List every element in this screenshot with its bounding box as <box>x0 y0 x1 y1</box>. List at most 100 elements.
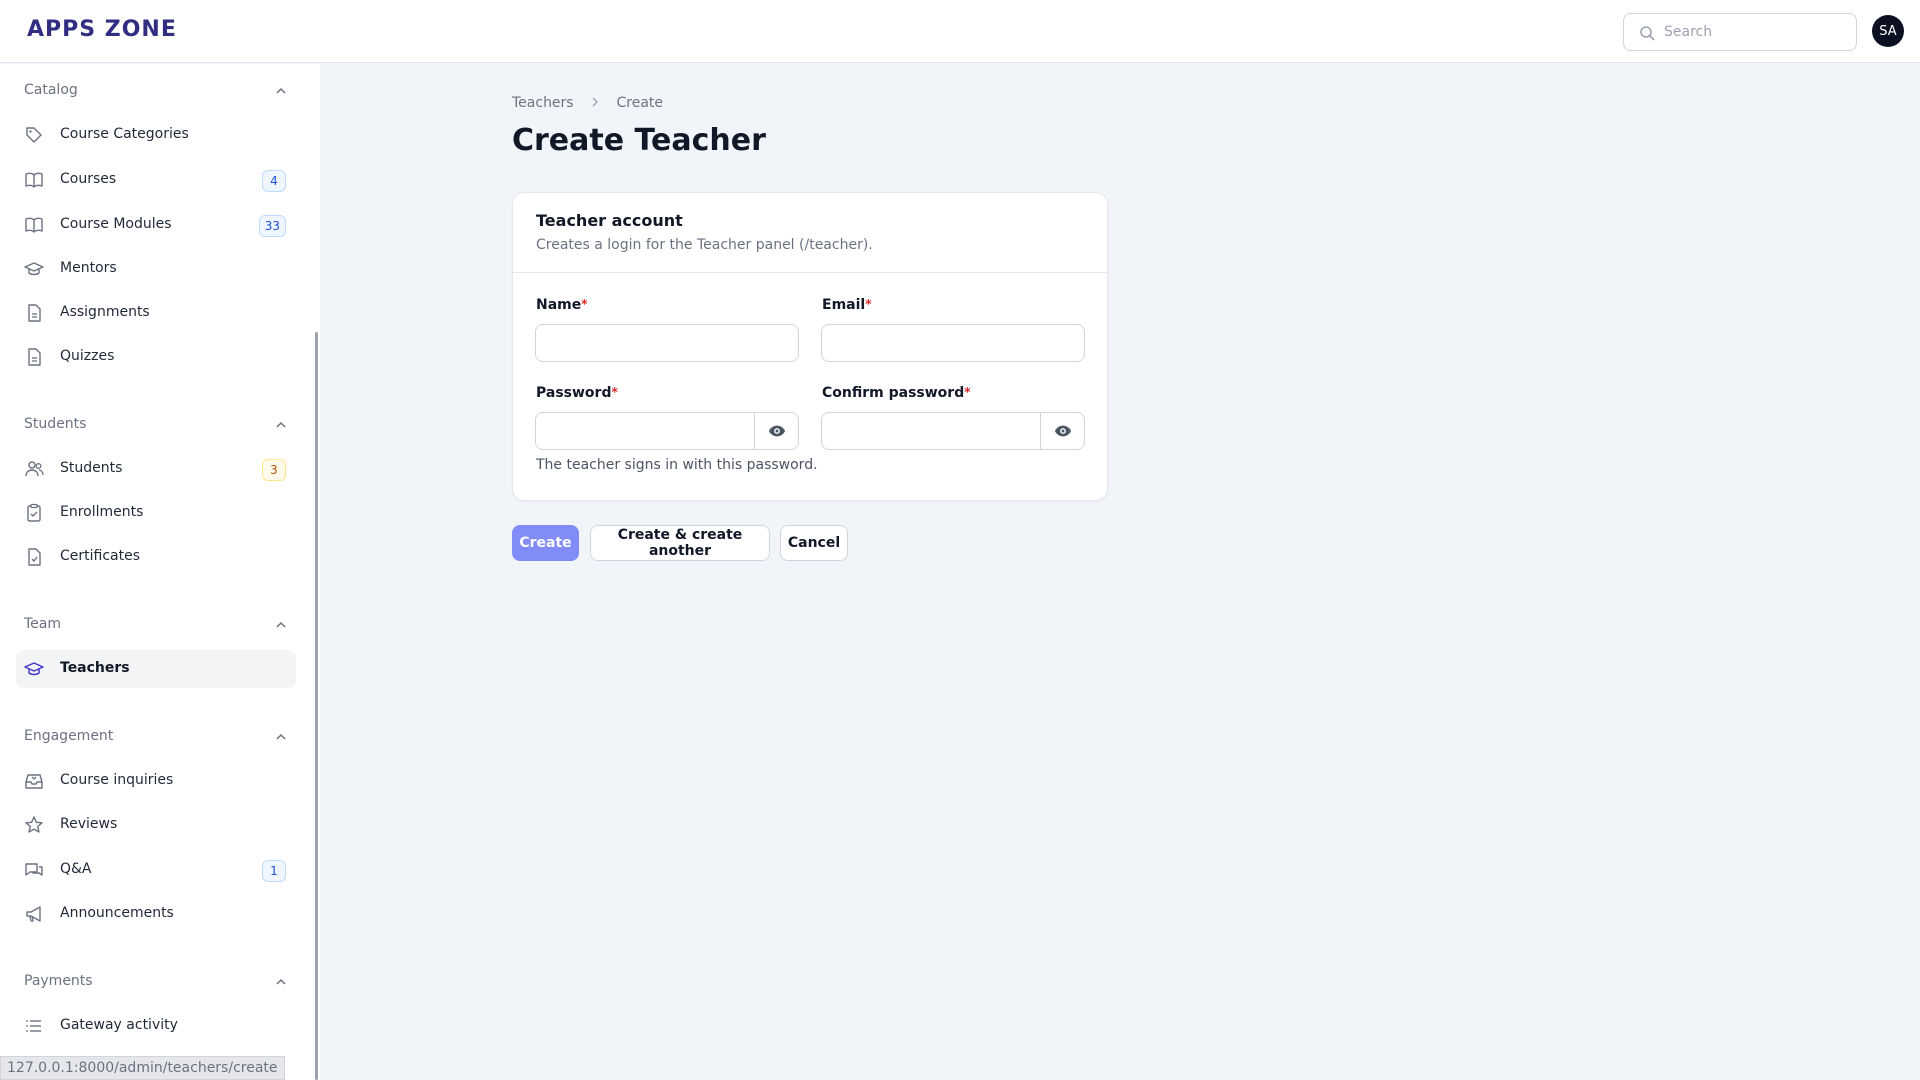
top-bar: APPS ZONE SA <box>0 0 1920 63</box>
sidebar-item-label: Announcements <box>60 905 174 921</box>
star-icon <box>25 816 43 833</box>
megaphone-icon <box>26 906 41 922</box>
chevron-up-icon[interactable] <box>274 975 288 989</box>
chevron-up-icon[interactable] <box>274 618 288 632</box>
create-button[interactable]: Create <box>512 525 579 561</box>
sidebar-item-course-modules[interactable]: Course Modules 33 <box>16 206 296 244</box>
sidebar-item-label: Enrollments <box>60 504 144 520</box>
sidebar-item-qa[interactable]: Q&A 1 <box>16 851 296 889</box>
document-check-icon <box>28 548 41 566</box>
create-and-create-another-button[interactable]: Create & create another <box>590 525 770 561</box>
sidebar-item-enrollments[interactable]: Enrollments <box>16 494 296 532</box>
document-icon <box>28 348 41 366</box>
confirm-password-label: Confirm password* <box>822 385 971 401</box>
password-input[interactable] <box>536 413 752 449</box>
password-label: Password* <box>536 385 618 401</box>
sidebar-item-reviews[interactable]: Reviews <box>16 806 296 844</box>
chevron-up-icon[interactable] <box>274 84 288 98</box>
search-input[interactable] <box>1664 22 1844 42</box>
sidebar-item-assignments[interactable]: Assignments <box>16 294 296 332</box>
sidebar-item-quizzes[interactable]: Quizzes <box>16 338 296 376</box>
sidebar-item-students[interactable]: Students 3 <box>16 450 296 488</box>
sidebar-item-label: Course Modules <box>60 216 172 232</box>
confirm-password-field[interactable] <box>821 412 1085 450</box>
page-title: Create Teacher <box>512 123 766 158</box>
email-label: Email* <box>822 297 871 313</box>
book-icon <box>25 217 43 233</box>
password-field[interactable] <box>535 412 799 450</box>
password-hint: The teacher signs in with this password. <box>536 457 818 473</box>
required-mark: * <box>964 385 971 399</box>
show-confirm-password-button[interactable] <box>1040 413 1084 449</box>
name-label-text: Name <box>536 297 582 313</box>
email-input[interactable] <box>822 325 1084 361</box>
list-icon <box>26 1020 41 1032</box>
book-icon <box>25 172 43 188</box>
count-badge: 33 <box>258 215 286 237</box>
nav-group-label: Payments <box>24 973 93 989</box>
sidebar-item-teachers[interactable]: Teachers <box>16 650 296 688</box>
password-label-text: Password <box>536 385 612 401</box>
section-description: Creates a login for the Teacher panel (/… <box>536 237 873 253</box>
teacher-account-section: Teacher account Creates a login for the … <box>512 192 1108 501</box>
eye-icon <box>768 425 785 437</box>
name-field[interactable] <box>535 324 799 362</box>
user-avatar[interactable]: SA <box>1872 15 1904 47</box>
breadcrumb: Teachers Create <box>512 95 663 111</box>
nav-group-label: Catalog <box>24 82 78 98</box>
name-label: Name* <box>536 297 588 313</box>
global-search[interactable] <box>1623 13 1857 51</box>
sidebar-item-certificates[interactable]: Certificates <box>16 538 296 576</box>
search-icon <box>1640 26 1655 41</box>
sidebar-item-label: Quizzes <box>60 348 115 364</box>
sidebar-item-label: Courses <box>60 171 117 187</box>
users-icon <box>25 461 44 477</box>
document-icon <box>28 304 41 322</box>
nav-group-students[interactable]: Students <box>24 416 288 438</box>
inbox-icon <box>25 774 43 789</box>
nav-group-catalog[interactable]: Catalog <box>24 82 288 104</box>
nav-group-payments[interactable]: Payments <box>24 973 288 995</box>
chat-bubbles-icon <box>25 863 43 876</box>
confirm-password-input[interactable] <box>822 413 1038 449</box>
sidebar-item-course-categories[interactable]: Course Categories <box>16 116 296 154</box>
section-title: Teacher account <box>536 211 683 230</box>
sidebar-item-label: Course inquiries <box>60 772 174 788</box>
sidebar-item-mentors[interactable]: Mentors <box>16 250 296 288</box>
tag-icon <box>26 127 42 143</box>
email-field[interactable] <box>821 324 1085 362</box>
sidebar-item-announcements[interactable]: Announcements <box>16 895 296 933</box>
sidebar-item-label: Students <box>60 460 123 476</box>
sidebar-item-label: Teachers <box>60 660 130 676</box>
nav-group-team[interactable]: Team <box>24 616 288 638</box>
sidebar-item-courses[interactable]: Courses 4 <box>16 161 296 199</box>
show-password-button[interactable] <box>754 413 798 449</box>
sidebar-item-gateway-activity[interactable]: Gateway activity <box>16 1007 296 1045</box>
sidebar-item-label: Course Categories <box>60 126 189 142</box>
count-badge: 3 <box>262 459 286 481</box>
chevron-right-icon <box>590 95 600 111</box>
sidebar-item-label: Q&A <box>60 861 92 877</box>
graduation-cap-icon <box>24 662 44 676</box>
sidebar-item-label: Mentors <box>60 260 117 276</box>
required-mark: * <box>581 297 588 311</box>
sidebar-item-label: Certificates <box>60 548 141 564</box>
chevron-up-icon[interactable] <box>274 730 288 744</box>
eye-icon <box>1054 425 1071 437</box>
cancel-button[interactable]: Cancel <box>780 525 848 561</box>
nav-group-label: Students <box>24 416 87 432</box>
email-label-text: Email <box>822 297 866 313</box>
nav-group-label: Team <box>24 616 62 632</box>
sidebar-item-label: Gateway activity <box>60 1017 178 1033</box>
name-input[interactable] <box>536 325 798 361</box>
sidebar-item-course-inquiries[interactable]: Course inquiries <box>16 762 296 800</box>
clipboard-check-icon <box>27 503 41 522</box>
nav-group-engagement[interactable]: Engagement <box>24 728 288 750</box>
app-logo[interactable]: APPS ZONE <box>27 17 177 42</box>
confirm-password-label-text: Confirm password <box>822 385 965 401</box>
sidebar-scrollbar[interactable] <box>315 332 318 1080</box>
sidebar: Catalog Course Categories Courses 4 Cour… <box>0 64 320 1080</box>
breadcrumb-link-teachers[interactable]: Teachers <box>512 95 574 111</box>
chevron-up-icon[interactable] <box>274 418 288 432</box>
count-badge: 1 <box>262 860 286 882</box>
